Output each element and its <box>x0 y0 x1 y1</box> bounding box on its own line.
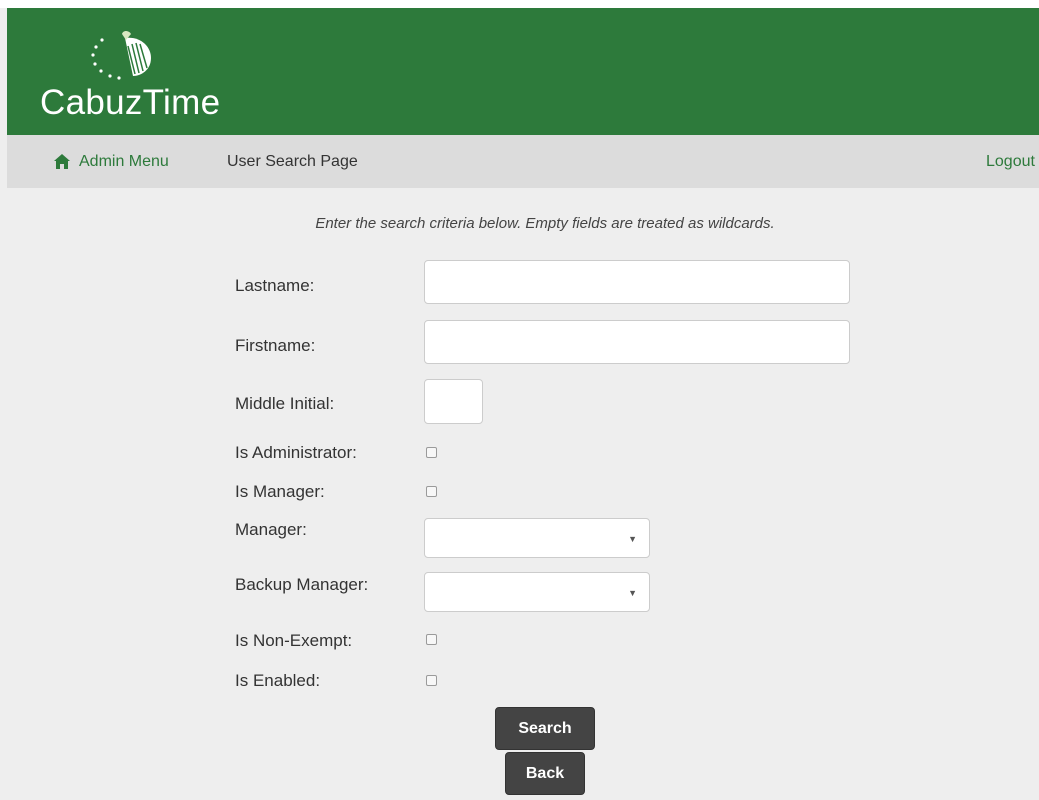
is-non-exempt-checkbox[interactable] <box>426 634 437 645</box>
search-instructions: Enter the search criteria below. Empty f… <box>315 215 775 232</box>
is-administrator-label: Is Administrator: <box>235 443 357 462</box>
backup-manager-select[interactable]: ▼ <box>424 572 650 612</box>
firstname-label: Firstname: <box>235 336 316 355</box>
middle-initial-label: Middle Initial: <box>235 394 335 413</box>
lastname-input[interactable] <box>424 260 850 304</box>
logout-link[interactable]: Logout <box>986 135 1035 188</box>
back-button[interactable]: Back <box>505 752 585 795</box>
manager-select[interactable]: ▼ <box>424 518 650 558</box>
app-header: CabuzTime <box>7 8 1039 135</box>
page-title: User Search Page <box>227 152 358 170</box>
manager-label: Manager: <box>235 520 307 539</box>
middle-initial-input[interactable] <box>424 379 483 424</box>
is-non-exempt-label: Is Non-Exempt: <box>235 631 353 650</box>
app-logo-text: CabuzTime <box>40 83 221 122</box>
backup-manager-label: Backup Manager: <box>235 575 369 594</box>
is-administrator-checkbox[interactable] <box>426 447 437 458</box>
navbar: Admin Menu User Search Page Logout <box>7 135 1039 188</box>
home-icon <box>54 154 70 169</box>
chevron-down-icon: ▼ <box>628 534 637 544</box>
is-enabled-label: Is Enabled: <box>235 671 321 690</box>
firstname-input[interactable] <box>424 320 850 364</box>
chevron-down-icon: ▼ <box>628 588 637 598</box>
top-strip <box>0 0 1039 8</box>
admin-menu-link[interactable]: Admin Menu <box>54 135 169 188</box>
admin-menu-label: Admin Menu <box>79 152 169 170</box>
is-manager-checkbox[interactable] <box>426 486 437 497</box>
search-button[interactable]: Search <box>495 707 595 750</box>
is-manager-label: Is Manager: <box>235 482 325 501</box>
is-enabled-checkbox[interactable] <box>426 675 437 686</box>
lastname-label: Lastname: <box>235 276 315 295</box>
